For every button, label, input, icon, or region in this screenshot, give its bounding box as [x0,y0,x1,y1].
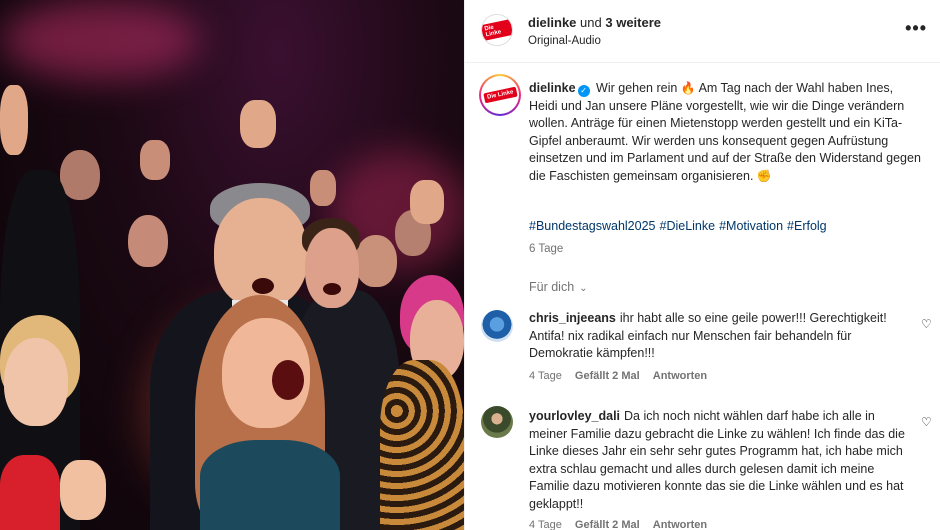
crowd-person [128,215,168,267]
teal-top [200,440,340,530]
comments-filter-label: Für dich [529,280,575,294]
verified-badge-icon: ✓ [577,85,590,97]
video-player[interactable] [0,0,464,530]
post-caption: dielinke ✓ Wir gehen rein 🔥 Am Tag nach d… [529,80,921,186]
crowd-person [60,150,100,200]
raised-fist-emoji-icon: ✊ [756,168,772,183]
comment-body: yourlovley_dali Da ich noch nicht wählen … [529,408,909,513]
comment-likes[interactable]: Gefällt 2 Mal [575,519,640,530]
hashtags: #Bundestagswahl2025 #DieLinke #Motivation #… [529,219,831,233]
like-heart-icon[interactable]: ♡ [921,416,933,428]
mouth [272,360,304,400]
mouth [323,283,341,295]
audio-link[interactable]: Original-Audio [528,35,601,47]
caption-avatar[interactable]: Die Linke [479,74,521,116]
like-heart-icon[interactable]: ♡ [921,318,933,330]
header-usernames: dielinke und 3 weitere [528,15,661,30]
comment-meta: 4 Tage Gefällt 2 Mal Antworten [529,519,717,530]
crowd-person [4,338,68,426]
reply-button[interactable]: Antworten [653,370,707,382]
comment-meta: 4 Tage Gefällt 2 Mal Antworten [529,370,717,382]
hashtag-link[interactable]: #Motivation [719,219,783,233]
mouth [252,278,274,294]
more-options-icon[interactable]: ••• [905,18,927,39]
caption-text-1: Wir gehen rein [596,81,678,95]
hashtag-link[interactable]: #Bundestagswahl2025 [529,219,656,233]
raised-hand [310,170,336,206]
comment-time[interactable]: 4 Tage [529,370,562,382]
header-username-link[interactable]: dielinke [528,15,576,30]
comment-likes[interactable]: Gefällt 2 Mal [575,370,640,382]
comment-username[interactable]: chris_injeeans [529,311,616,325]
fire-emoji-icon: 🔥 [680,81,696,95]
clapping-hands [60,460,106,520]
comments-filter[interactable]: Für dich ⌄ [529,280,588,294]
post-panel: Die Linke dielinke und 3 weitere Origina… [464,0,940,530]
stage-light [0,0,200,80]
raised-hand [410,180,444,224]
commenter-avatar[interactable] [481,406,513,438]
header-avatar[interactable]: Die Linke [481,14,513,46]
red-top [0,455,60,530]
header-connector: und [580,15,602,30]
raised-fist [240,100,276,148]
comment-body: chris_injeeans ihr habt alle so eine geil… [529,310,909,363]
reply-button[interactable]: Antworten [653,519,707,530]
caption-username[interactable]: dielinke [529,81,576,95]
post-timestamp[interactable]: 6 Tage [529,243,563,255]
raised-arm [0,85,28,155]
hashtag-link[interactable]: #DieLinke [660,219,716,233]
comment-text: Da ich noch nicht wählen darf habe ich a… [529,409,905,511]
crowd-person [305,228,359,308]
logo-icon: Die Linke [482,15,512,45]
comment-time[interactable]: 4 Tage [529,519,562,530]
comment-item: yourlovley_dali Da ich noch nicht wählen … [465,406,940,530]
comment-username[interactable]: yourlovley_dali [529,409,620,423]
chevron-down-icon: ⌄ [579,283,588,294]
comment-item: chris_injeeans ihr habt alle so eine geil… [465,308,940,388]
commenter-avatar[interactable] [481,310,513,342]
post-header: Die Linke dielinke und 3 weitere Origina… [465,0,940,63]
raised-fist [140,140,170,180]
crowd-person [355,235,397,287]
header-others-link[interactable]: 3 weitere [605,15,661,30]
leopard-scarf [380,360,464,530]
caption-text-2: Am Tag nach der Wahl haben Ines, Heidi u… [529,81,921,183]
hashtag-link[interactable]: #Erfolg [787,219,827,233]
logo-icon: Die Linke [482,78,518,112]
